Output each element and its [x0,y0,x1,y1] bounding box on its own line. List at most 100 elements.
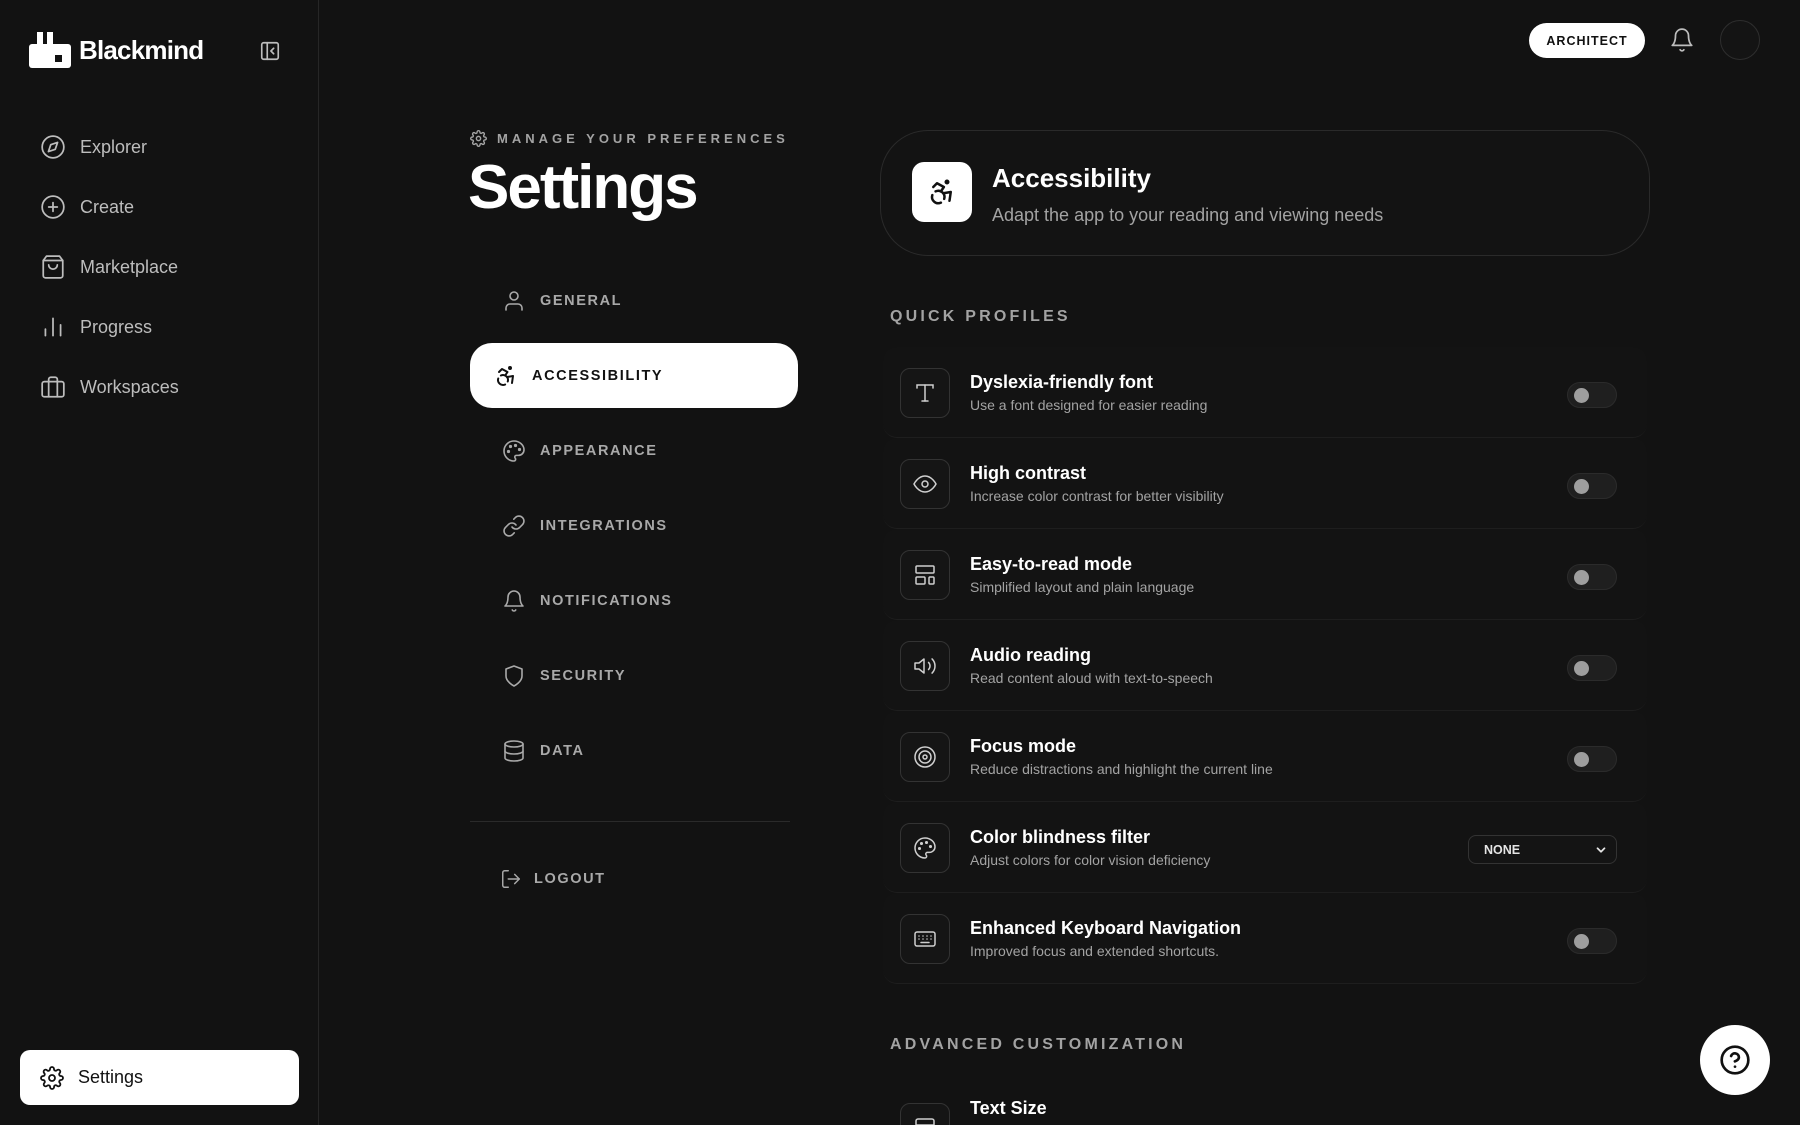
tab-data[interactable]: DATA [470,718,798,783]
nav-item-create[interactable]: Create [26,177,296,237]
main-nav: Explorer Create Marketplace Progress Wor… [26,117,296,417]
tab-appearance[interactable]: APPEARANCE [470,418,798,483]
nav-item-progress[interactable]: Progress [26,297,296,357]
profile-description: Reduce distractions and highlight the cu… [970,761,1273,777]
sidebar: Blackmind Explorer Create Marketplace Pr… [0,0,319,1125]
profile-title: Easy-to-read mode [970,554,1133,574]
profile-description: Adjust colors for color vision deficienc… [970,852,1211,868]
speaker-icon [900,641,950,691]
target-icon [900,732,950,782]
profile-row-high-contrast: High contrast Increase color contrast fo… [883,438,1647,529]
bell-icon [1671,28,1693,52]
app-logo[interactable]: Blackmind [29,32,204,68]
profile-title: Dyslexia-friendly font [970,372,1154,392]
tab-general[interactable]: GENERAL [470,268,798,333]
tab-integrations[interactable]: INTEGRATIONS [470,493,798,558]
nav-item-explorer[interactable]: Explorer [26,117,296,177]
gear-icon [470,130,487,147]
tab-label: SECURITY [540,667,627,684]
profile-row-keyboard: Enhanced Keyboard Navigation Improved fo… [883,893,1647,984]
audio-reading-toggle[interactable] [1567,655,1617,681]
profile-description: Read content aloud with text-to-speech [970,670,1213,686]
profile-row-easy-read: Easy-to-read mode Simplified layout and … [883,529,1647,620]
briefcase-icon [40,374,66,400]
nav-label: Create [80,196,135,217]
tab-accessibility[interactable]: ACCESSIBILITY [470,343,798,408]
settings-label: Settings [78,1067,144,1087]
tab-label: NOTIFICATIONS [540,592,673,609]
sidebar-settings-button[interactable]: Settings [20,1050,299,1105]
page-title: Settings [468,153,699,222]
toggle-knob [1574,934,1589,949]
settings-menu: GENERAL ACCESSIBILITY APPEARANCE INTEGRA… [470,268,798,793]
tab-label: INTEGRATIONS [540,517,668,534]
section-heading: Accessibility [992,163,1151,193]
factory-logo-icon [29,32,71,68]
nav-label: Progress [80,316,153,337]
select-value: NONE [1484,842,1521,857]
profile-title: Color blindness filter [970,827,1151,847]
nav-item-workspaces[interactable]: Workspaces [26,357,296,417]
tab-security[interactable]: SECURITY [470,643,798,708]
accessibility-header-card: Accessibility Adapt the app to your read… [880,130,1650,256]
chevron-down-icon [1594,843,1608,857]
profile-description: Improved focus and extended shortcuts. [970,943,1220,959]
focus-mode-toggle[interactable] [1567,746,1617,772]
toggle-knob [1574,752,1589,767]
accessibility-icon [912,162,972,222]
database-icon [502,739,526,763]
logout-label: LOGOUT [534,871,606,887]
tab-label: ACCESSIBILITY [532,367,664,384]
shopping-bag-icon [40,254,66,280]
toggle-knob [1574,388,1589,403]
help-button[interactable] [1700,1025,1770,1095]
text-size-icon [900,1103,950,1125]
nav-item-marketplace[interactable]: Marketplace [26,237,296,297]
profile-row-dyslexia: Dyslexia-friendly font Use a font design… [883,347,1647,438]
section-description: Adapt the app to your reading and viewin… [992,205,1384,225]
menu-divider [470,821,790,822]
layout-icon [900,550,950,600]
logout-button[interactable]: LOGOUT [500,868,606,890]
bar-chart-icon [40,314,66,340]
tab-label: GENERAL [540,292,623,309]
notifications-button[interactable] [1669,27,1695,53]
collapse-sidebar-button[interactable] [256,37,284,65]
eye-icon [900,459,950,509]
role-badge[interactable]: ARCHITECT [1529,23,1645,58]
avatar[interactable] [1720,20,1760,60]
toggle-knob [1574,479,1589,494]
accessibility-icon [494,364,518,388]
gear-icon [40,1065,64,1090]
high-contrast-toggle[interactable] [1567,473,1617,499]
profile-title: Audio reading [970,645,1091,665]
keyboard-navigation-toggle[interactable] [1567,928,1617,954]
keyboard-icon [900,914,950,964]
color-blindness-select[interactable]: NONE [1468,835,1617,864]
profile-title: High contrast [970,463,1087,483]
eyebrow-label: MANAGE YOUR PREFERENCES [497,131,789,146]
compass-icon [40,134,66,160]
link-icon [502,514,526,538]
sidebar-collapse-icon [260,41,280,61]
shield-icon [502,664,526,688]
profile-description: Use a font designed for easier reading [970,397,1208,413]
help-circle-icon [1720,1045,1750,1075]
tab-label: APPEARANCE [540,442,658,459]
nav-label: Explorer [80,136,148,157]
profile-description: Increase color contrast for better visib… [970,488,1224,504]
bell-icon [502,589,526,613]
advanced-customization-heading: ADVANCED CUSTOMIZATION [890,1036,1187,1053]
dyslexia-font-toggle[interactable] [1567,382,1617,408]
page-eyebrow: MANAGE YOUR PREFERENCES [470,130,789,147]
profile-title: Text Size [970,1098,1047,1118]
tab-label: DATA [540,742,585,759]
toggle-knob [1574,570,1589,585]
tab-notifications[interactable]: NOTIFICATIONS [470,568,798,633]
text-size-row: Text Size [883,1080,1647,1125]
easy-read-toggle[interactable] [1567,564,1617,590]
type-icon [900,368,950,418]
profile-row-color-blindness: Color blindness filter Adjust colors for… [883,802,1647,893]
toggle-knob [1574,661,1589,676]
palette-icon [900,823,950,873]
